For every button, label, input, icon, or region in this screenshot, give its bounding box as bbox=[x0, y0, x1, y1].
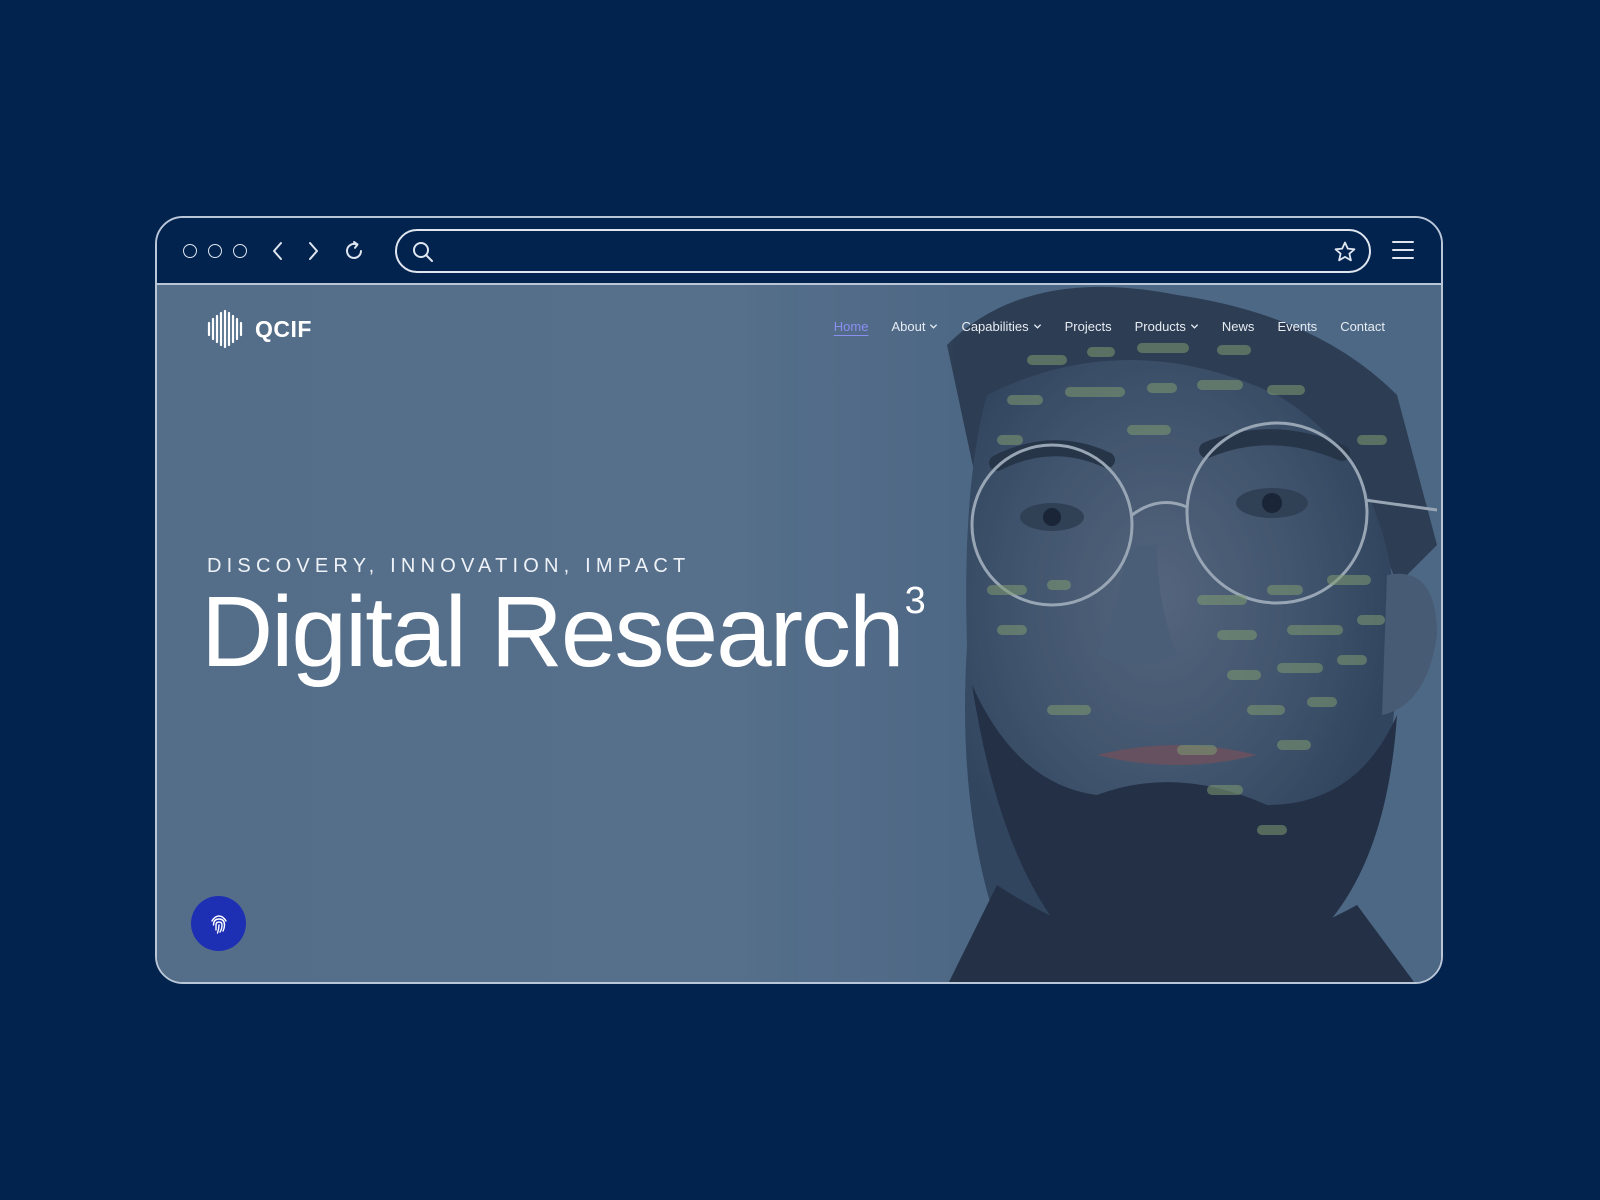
menu-icon[interactable] bbox=[1391, 238, 1415, 267]
chevron-down-icon bbox=[1190, 324, 1199, 329]
nav-item-projects[interactable]: Projects bbox=[1065, 319, 1112, 334]
nav-label: About bbox=[891, 319, 926, 334]
chevron-down-icon bbox=[1033, 324, 1041, 329]
nav-item-products[interactable]: Products bbox=[1135, 319, 1199, 334]
webpage-viewport: QCIF Home About Capabilities Projects Pr… bbox=[157, 285, 1441, 982]
nav-label: News bbox=[1221, 319, 1255, 334]
chevron-down-icon bbox=[930, 324, 938, 329]
reload-icon[interactable] bbox=[339, 236, 369, 266]
nav-item-events[interactable]: Events bbox=[1277, 319, 1317, 334]
nav-item-capabilities[interactable]: Capabilities bbox=[961, 319, 1041, 334]
nav-label: Contact bbox=[1340, 319, 1385, 334]
nav-item-contact[interactable]: Contact bbox=[1340, 319, 1385, 334]
fingerprint-button[interactable] bbox=[191, 896, 246, 951]
forward-icon[interactable] bbox=[298, 236, 328, 266]
fingerprint-icon bbox=[210, 914, 227, 934]
nav-label: Capabilities bbox=[961, 319, 1029, 334]
logo-text: QCIF bbox=[255, 315, 312, 342]
window-dot-icon[interactable] bbox=[208, 244, 222, 258]
address-bar[interactable] bbox=[395, 229, 1371, 273]
back-icon[interactable] bbox=[263, 236, 293, 266]
search-icon[interactable] bbox=[411, 240, 435, 269]
window-dot-icon[interactable] bbox=[233, 244, 247, 258]
nav-item-about[interactable]: About bbox=[891, 319, 938, 334]
nav-label: Home bbox=[833, 319, 869, 334]
nav-item-home[interactable]: Home bbox=[834, 319, 869, 334]
window-dot-icon[interactable] bbox=[183, 244, 197, 258]
nav-label: Projects bbox=[1064, 319, 1112, 334]
hero-headline-superscript: 3 bbox=[904, 580, 926, 622]
browser-window: QCIF Home About Capabilities Projects Pr… bbox=[155, 216, 1443, 984]
star-icon[interactable] bbox=[1333, 240, 1357, 269]
qcif-logo-icon bbox=[207, 309, 243, 349]
nav-label: Products bbox=[1134, 319, 1186, 334]
hero-headline-text: Digital Research bbox=[201, 576, 905, 688]
nav-label: Events bbox=[1277, 319, 1318, 334]
browser-toolbar bbox=[157, 218, 1441, 285]
hero-headline: Digital Research3 bbox=[201, 577, 926, 687]
site-logo[interactable]: QCIF bbox=[207, 309, 312, 349]
hero-tagline: DISCOVERY, INNOVATION, IMPACT bbox=[207, 555, 691, 577]
nav-item-news[interactable]: News bbox=[1222, 319, 1255, 334]
main-nav: Home About Capabilities Projects Product… bbox=[834, 319, 1385, 334]
